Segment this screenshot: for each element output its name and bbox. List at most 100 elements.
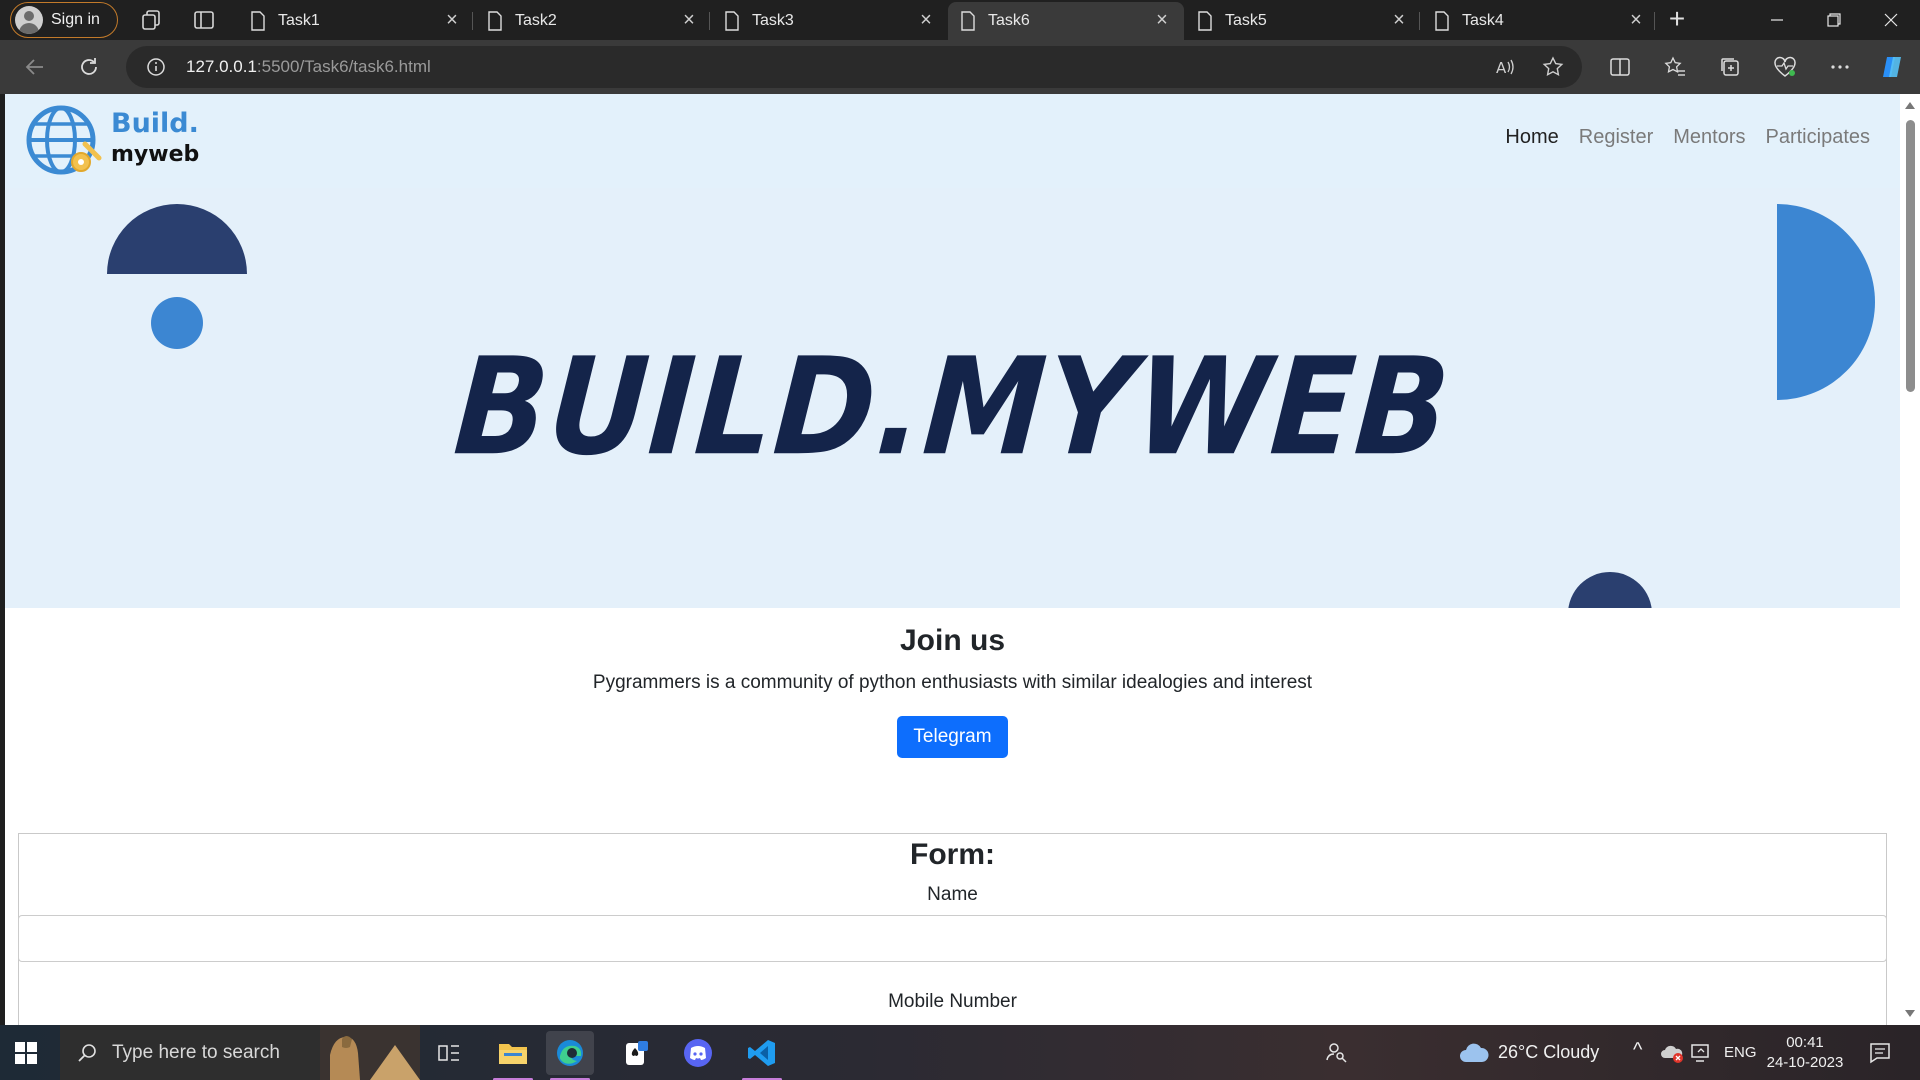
tab-task4[interactable]: Task4 ×	[1422, 2, 1658, 40]
tab-divider	[1654, 12, 1655, 30]
close-tab-icon[interactable]: ×	[1389, 10, 1409, 31]
browser-toolbar: 127.0.0.1:5500/Task6/task6.html A	[0, 40, 1920, 94]
cloudy-weather-icon[interactable]	[1458, 1040, 1490, 1064]
copilot-button[interactable]	[1878, 52, 1908, 82]
taskbar-vscode[interactable]	[738, 1031, 786, 1080]
scrollbar-thumb[interactable]	[1906, 120, 1915, 392]
close-window-button[interactable]	[1863, 0, 1918, 40]
site-logo[interactable]: Build. myweb	[25, 102, 200, 180]
tab-task3[interactable]: Task3 ×	[712, 2, 948, 40]
close-tab-icon[interactable]: ×	[1152, 10, 1172, 31]
address-bar[interactable]: 127.0.0.1:5500/Task6/task6.html A	[126, 46, 1582, 88]
more-dots-icon	[1831, 65, 1849, 69]
split-screen-button[interactable]	[1605, 52, 1635, 82]
dark-circle-shape	[1568, 572, 1652, 608]
favorites-list-icon	[1664, 56, 1685, 76]
page-icon	[1435, 11, 1449, 31]
split-screen-icon	[1610, 58, 1630, 76]
workspaces-icon[interactable]	[139, 8, 163, 32]
tab-strip: Sign in Task1 × Task2 × Task3 × Task6 × …	[0, 0, 1920, 40]
browser-essentials-button[interactable]	[1770, 52, 1800, 82]
svg-text:A: A	[1496, 59, 1507, 77]
taskbar-solitaire[interactable]	[612, 1031, 660, 1075]
close-icon	[1884, 13, 1897, 27]
site-navbar: Build. myweb Home Register Mentors Parti…	[5, 94, 1900, 188]
favorites-button[interactable]	[1660, 52, 1690, 82]
search-icon	[78, 1043, 96, 1062]
tab-divider	[1419, 12, 1420, 30]
close-tab-icon[interactable]: ×	[916, 10, 936, 31]
vertical-tabs-icon[interactable]	[192, 8, 216, 32]
nav-link-register[interactable]: Register	[1579, 126, 1653, 149]
name-input[interactable]	[18, 915, 1887, 962]
collections-button[interactable]	[1715, 52, 1745, 82]
restore-button[interactable]	[1806, 0, 1861, 40]
nav-link-home[interactable]: Home	[1505, 126, 1558, 149]
network-display-icon[interactable]	[1690, 1042, 1712, 1064]
taskbar-search-box[interactable]: Type here to search	[60, 1025, 420, 1080]
back-button[interactable]	[20, 52, 50, 82]
hero-title: BUILD.MYWEB	[449, 328, 1456, 486]
close-tab-icon[interactable]: ×	[679, 10, 699, 31]
edge-browser-icon	[557, 1040, 583, 1066]
mobile-number-label: Mobile Number	[888, 991, 1017, 1012]
system-clock[interactable]: 00:41 24-10-2023	[1760, 1033, 1850, 1073]
url-text[interactable]: 127.0.0.1:5500/Task6/task6.html	[186, 57, 431, 77]
reload-button[interactable]	[74, 52, 104, 82]
language-indicator[interactable]: ENG	[1724, 1044, 1757, 1061]
scroll-up-arrow-icon[interactable]	[1905, 102, 1915, 109]
folder-icon	[499, 1044, 527, 1064]
page-icon	[1198, 11, 1212, 31]
hero-banner: BUILD.MYWEB	[5, 188, 1900, 608]
tab-task5[interactable]: Task5 ×	[1185, 2, 1421, 40]
tab-task2[interactable]: Task2 ×	[475, 2, 711, 40]
dark-half-circle-shape	[107, 204, 247, 274]
scroll-down-arrow-icon[interactable]	[1905, 1010, 1915, 1017]
clock-date: 24-10-2023	[1766, 1054, 1844, 1071]
windows-taskbar: Type here to search 26°C Cloudy ^ ENG 00…	[0, 1025, 1920, 1080]
telegram-button[interactable]: Telegram	[897, 716, 1008, 758]
copilot-icon	[1883, 57, 1901, 77]
collections-icon	[1721, 58, 1739, 76]
task-view-button[interactable]	[425, 1031, 473, 1075]
weather-text[interactable]: 26°C Cloudy	[1498, 1042, 1599, 1063]
site-info-icon[interactable]	[146, 57, 166, 77]
windows-start-icon[interactable]	[14, 1041, 38, 1065]
logo-text-line2: myweb	[111, 142, 200, 167]
name-label: Name	[927, 884, 978, 905]
join-heading: Join us	[899, 624, 1005, 657]
tab-label: Task2	[515, 12, 557, 29]
sign-in-button[interactable]: Sign in	[10, 2, 118, 38]
show-hidden-icons-chevron-icon[interactable]: ^	[1633, 1039, 1642, 1062]
taskbar-file-explorer[interactable]	[489, 1031, 537, 1080]
sign-in-label: Sign in	[51, 11, 100, 28]
page-viewport: Build. myweb Home Register Mentors Parti…	[5, 94, 1900, 1025]
logo-text-line1: Build.	[111, 108, 199, 139]
nav-link-mentors[interactable]: Mentors	[1673, 126, 1745, 149]
tab-task1[interactable]: Task1 ×	[238, 2, 474, 40]
url-path: :5500/Task6/task6.html	[256, 57, 431, 76]
onedrive-sync-error-icon[interactable]	[1660, 1042, 1684, 1064]
taskbar-edge[interactable]	[546, 1031, 594, 1080]
taskbar-discord[interactable]	[674, 1031, 722, 1075]
clock-time: 00:41	[1786, 1034, 1824, 1051]
settings-more-button[interactable]	[1825, 52, 1855, 82]
page-scrollbar[interactable]	[1900, 94, 1920, 1025]
nav-link-participates[interactable]: Participates	[1766, 126, 1871, 149]
globe-wrench-logo-icon	[26, 105, 102, 175]
read-aloud-icon[interactable]: A	[1494, 56, 1516, 78]
new-tab-button[interactable]: +	[1663, 5, 1691, 34]
join-description: Pygrammers is a community of python enth…	[592, 672, 1313, 693]
close-tab-icon[interactable]: ×	[1626, 10, 1646, 31]
people-search-icon[interactable]	[1324, 1040, 1348, 1064]
page-icon	[488, 11, 502, 31]
page-icon	[725, 11, 739, 31]
tab-label: Task1	[278, 12, 320, 29]
notifications-icon[interactable]	[1868, 1041, 1892, 1065]
close-tab-icon[interactable]: ×	[442, 10, 462, 31]
join-section: Join us Pygrammers is a community of pyt…	[5, 608, 1900, 758]
favorite-star-icon[interactable]	[1542, 56, 1564, 78]
tab-divider	[472, 12, 473, 30]
minimize-button[interactable]	[1749, 0, 1804, 40]
tab-task6[interactable]: Task6 ×	[948, 2, 1184, 40]
